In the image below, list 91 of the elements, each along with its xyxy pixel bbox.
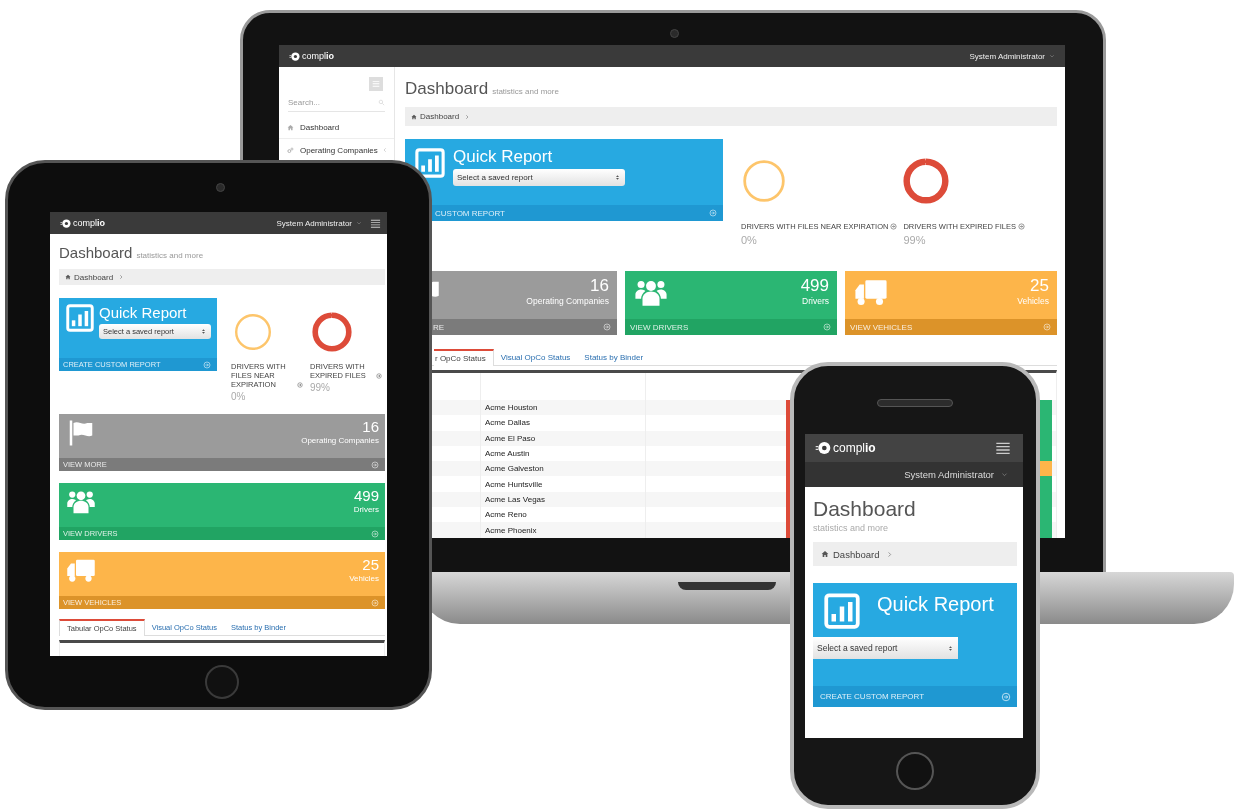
stat-label: Drivers <box>802 296 829 306</box>
logo-icon <box>60 217 71 229</box>
table-cell: Acme Las Vegas <box>481 491 646 508</box>
chevron-right-icon <box>118 274 125 280</box>
breadcrumb-link[interactable]: Dashboard <box>420 112 460 121</box>
tab[interactable]: Visual OpCo Status <box>493 349 578 365</box>
sidebar-toggle[interactable] <box>369 77 383 91</box>
table-cell: Acme Houston <box>481 400 646 416</box>
brand-name: complio <box>302 51 334 61</box>
page-subtitle: statistics and more <box>136 251 204 260</box>
gauge-value: 99% <box>903 234 926 246</box>
stat-value: 16 <box>362 418 379 436</box>
arrow-circle-icon <box>709 209 717 217</box>
chevron-right-icon <box>464 113 471 120</box>
arrow-circle-icon <box>1001 691 1011 702</box>
page-title: Dashboard <box>59 244 133 261</box>
table-cell: Acme El Paso <box>481 430 646 446</box>
home-button[interactable] <box>205 665 239 699</box>
bar-chart-icon <box>413 148 447 178</box>
page-title: Dashboard <box>405 79 489 99</box>
breadcrumb-link[interactable]: Dashboard <box>833 548 880 560</box>
arrow-circle-icon <box>890 223 898 230</box>
brand-name: complio <box>833 441 876 455</box>
arrow-circle-icon <box>371 460 379 469</box>
stat-label: Operating Companies <box>301 436 379 445</box>
gauge-value: 99% <box>310 382 330 393</box>
stat-label: Vehicles <box>349 574 379 583</box>
user-menu[interactable]: System Administrator <box>276 218 352 228</box>
table-cell: Acme Phoenix <box>481 522 646 538</box>
user-menu[interactable]: System Administrator <box>904 469 994 480</box>
page-subtitle: statistics and more <box>813 523 889 533</box>
arrow-circle-icon <box>376 373 382 379</box>
chevron-down-icon <box>1001 471 1008 478</box>
card-title: Quick Report <box>877 593 994 615</box>
table-cell: Acme Huntsville <box>481 476 646 492</box>
chevron-down-icon <box>356 220 362 226</box>
home-icon <box>411 113 417 120</box>
updown-arrows-icon <box>200 328 207 335</box>
search-field[interactable]: Search... <box>288 96 368 108</box>
table-cell: Acme Dallas <box>481 415 646 431</box>
search-icon <box>378 98 385 106</box>
home-icon <box>65 274 71 280</box>
arrow-circle-icon <box>371 598 379 607</box>
card-title: Quick Report <box>99 304 188 321</box>
arrow-circle-icon <box>603 323 611 331</box>
chevron-down-icon <box>1049 53 1055 59</box>
logo-icon <box>815 440 831 456</box>
user-menu[interactable]: System Administrator <box>969 51 1045 61</box>
bar-chart-icon <box>823 593 861 629</box>
stat-value: 25 <box>362 556 379 574</box>
arrow-circle-icon <box>823 323 831 331</box>
camera-lens <box>670 29 679 38</box>
report-select[interactable]: Select a saved report <box>813 637 958 659</box>
gauge-value: 0% <box>741 234 757 246</box>
home-button[interactable] <box>896 752 934 790</box>
footer-link[interactable]: RE <box>433 322 445 332</box>
arrow-circle-icon <box>371 529 379 538</box>
chevron-right-icon <box>886 550 894 558</box>
chevron-left-icon <box>381 147 388 153</box>
stat-value: 16 <box>590 276 609 296</box>
bar-chart-icon <box>65 304 95 332</box>
page-title: Dashboard <box>813 497 916 521</box>
brand-name: complio <box>73 218 105 228</box>
logo-icon <box>289 50 300 62</box>
home-icon <box>287 123 294 131</box>
card-title: Quick Report <box>453 148 554 166</box>
updown-arrows-icon <box>614 174 621 181</box>
stat-value: 499 <box>353 487 379 505</box>
home-icon <box>821 550 829 558</box>
nav-item[interactable]: Dashboard <box>279 116 394 139</box>
arrow-circle-icon <box>1043 323 1051 331</box>
tab[interactable]: Status by Binder <box>577 349 651 365</box>
stat-value: 25 <box>1030 276 1049 296</box>
arrow-circle-icon <box>297 382 303 388</box>
menu-icon <box>995 440 1011 456</box>
stat-label: Operating Companies <box>526 296 609 306</box>
gauge-value: 0% <box>231 391 246 402</box>
stat-label: Vehicles <box>1017 296 1049 306</box>
table-cell: Acme Galveston <box>481 461 646 477</box>
tab[interactable]: r OpCo Status <box>434 349 494 366</box>
updown-arrows-icon <box>947 644 954 652</box>
breadcrumb-link[interactable]: Dashboard <box>74 272 114 282</box>
arrow-circle-icon <box>203 360 211 369</box>
stat-value: 499 <box>800 276 829 296</box>
page-subtitle: statistics and more <box>492 87 559 96</box>
camera-lens <box>216 183 225 192</box>
menu-icon <box>370 217 381 229</box>
report-select[interactable]: Select a saved report <box>453 169 625 186</box>
arrow-circle-icon <box>1017 223 1025 230</box>
menu-icon <box>372 80 380 88</box>
stat-label: Drivers <box>353 505 379 514</box>
